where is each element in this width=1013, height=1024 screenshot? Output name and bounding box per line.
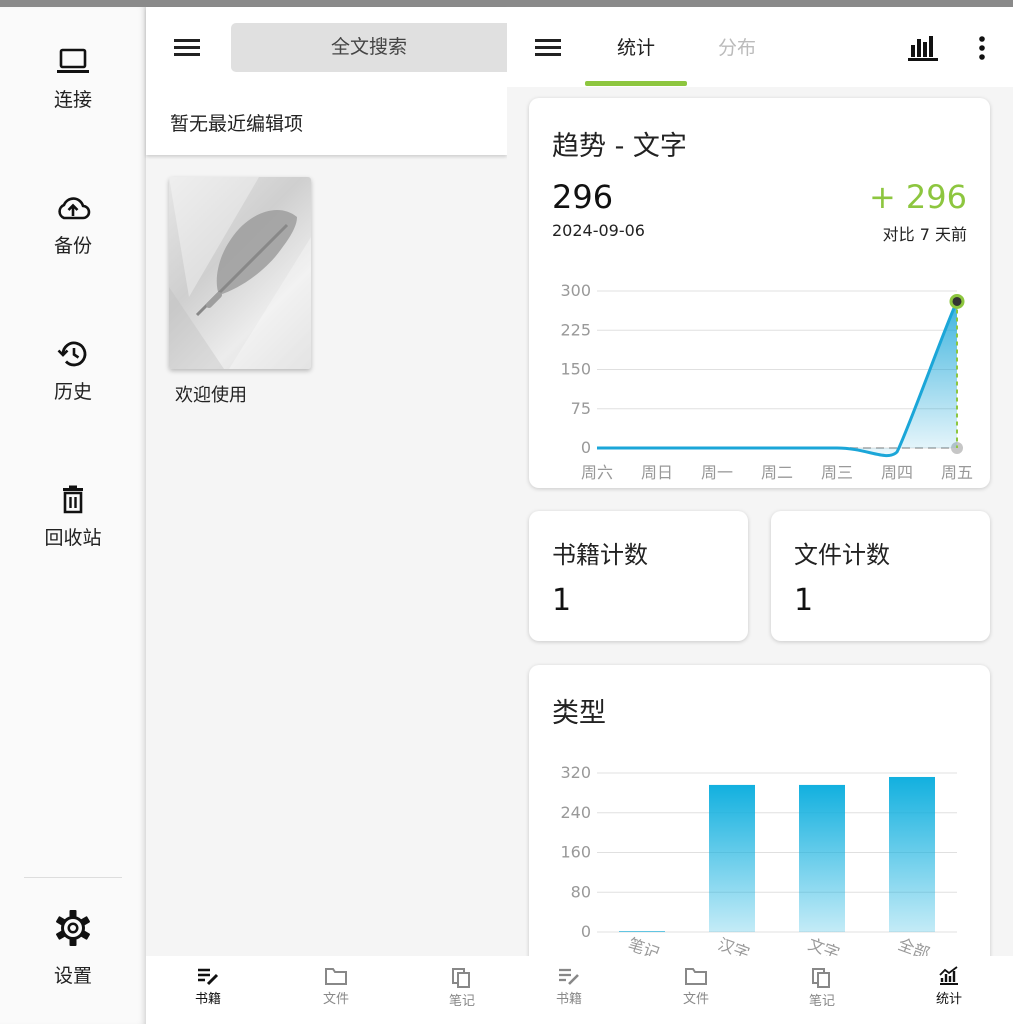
x-tick-label: 周二 — [761, 463, 793, 482]
x-tick-label: 周五 — [941, 463, 973, 482]
rail-label-history: 历史 — [53, 381, 92, 403]
bar — [799, 784, 845, 932]
book-count-card: 书籍计数 1 — [529, 511, 748, 641]
side-rail: 连接 备份 历史 回收站 设置 — [0, 7, 146, 1024]
nav-label: 笔记 — [448, 994, 475, 1009]
notes-icon — [452, 968, 470, 988]
nav-notes-2[interactable]: 笔记 — [761, 956, 883, 1024]
y-tick-label: 75 — [571, 399, 591, 418]
tab-stats[interactable]: 统计 — [617, 33, 655, 60]
trend-compare: 对比 7 天前 — [882, 225, 967, 244]
x-tick-label: 周一 — [701, 463, 733, 482]
rail-item-backup[interactable]: 备份 — [0, 193, 146, 258]
rail-item-trash[interactable]: 回收站 — [0, 485, 146, 550]
file-count-value: 1 — [794, 583, 814, 618]
nav-notes[interactable]: 笔记 — [401, 956, 523, 1024]
nav-label: 文件 — [682, 992, 709, 1007]
folder-icon — [325, 968, 347, 985]
more-vert-icon[interactable] — [977, 35, 987, 61]
trend-date: 2024-09-06 — [552, 221, 645, 240]
bar-chart-icon[interactable] — [908, 35, 938, 61]
book-cover[interactable] — [169, 177, 311, 369]
books-menu-button[interactable] — [165, 28, 205, 68]
rail-divider — [24, 877, 122, 878]
y-tick-label: 0 — [581, 438, 591, 457]
nav-label: 书籍 — [555, 992, 582, 1007]
x-tick-label: 周三 — [821, 463, 853, 482]
y-tick-label: 225 — [560, 320, 591, 339]
active-tab-indicator — [585, 81, 687, 86]
history-icon — [57, 341, 87, 367]
recent-edits-text: 暂无最近编辑项 — [170, 113, 304, 135]
rail-label-backup: 备份 — [53, 235, 92, 257]
type-card: 类型 0 80 160 240 320 笔记 汉字 文字 全部 — [529, 665, 990, 975]
books-header: 全文搜索 暂无最近编辑项 — [146, 7, 521, 155]
book-count-value: 1 — [552, 583, 572, 618]
bar — [619, 931, 665, 932]
trend-chart: 0 75 150 225 300 周六 周日 周一 周二 周三 周四 周五 — [560, 281, 973, 482]
tab-distribution[interactable]: 分布 — [718, 33, 756, 60]
book-count-title: 书籍计数 — [552, 541, 648, 569]
nav-files-2[interactable]: 文件 — [635, 956, 757, 1024]
chart-icon — [939, 966, 958, 985]
gear-icon — [56, 910, 90, 946]
y-tick-label: 80 — [571, 882, 591, 901]
x-tick-label: 周六 — [581, 463, 613, 482]
series-area — [597, 301, 957, 456]
bar — [709, 784, 755, 932]
rail-label-settings: 设置 — [53, 965, 92, 987]
cloud-upload-icon — [58, 197, 91, 220]
x-tick-label: 周日 — [641, 463, 673, 482]
y-tick-label: 320 — [560, 763, 591, 782]
nav-books[interactable]: 书籍 — [147, 956, 269, 1024]
y-tick-label: 160 — [560, 843, 591, 862]
trend-value: 296 — [552, 178, 614, 216]
bar — [889, 776, 935, 932]
feather-icon — [169, 177, 311, 369]
file-count-title: 文件计数 — [794, 541, 890, 569]
type-chart: 080160240320笔记 汉字 文字 全部 — [560, 763, 957, 960]
laptop-icon — [57, 48, 89, 73]
trash-icon — [63, 485, 83, 514]
notes-icon — [812, 968, 830, 988]
rail-item-connect[interactable]: 连接 — [0, 47, 146, 112]
trend-title: 趋势 - 文字 — [552, 131, 687, 162]
nav-label: 统计 — [935, 992, 962, 1007]
nav-label: 文件 — [322, 992, 349, 1007]
file-count-card: 文件计数 1 — [771, 511, 990, 641]
nav-label: 书籍 — [194, 992, 221, 1007]
stats-panel: 统计 分布 趋势 - 文字 296 + 296 2024-09-06 对比 7 … — [507, 7, 1013, 1024]
trend-card: 趋势 - 文字 296 + 296 2024-09-06 对比 7 天前 0 75… — [529, 98, 990, 488]
rail-label-connect: 连接 — [53, 89, 92, 111]
focus-point — [949, 293, 965, 309]
y-tick-label: 300 — [560, 281, 591, 300]
trend-delta: + 296 — [868, 178, 967, 216]
rail-label-trash: 回收站 — [44, 527, 102, 549]
y-tick-label: 150 — [560, 360, 591, 379]
nav-files[interactable]: 文件 — [275, 956, 397, 1024]
x-tick-label: 周四 — [881, 463, 913, 482]
nav-label: 笔记 — [808, 994, 835, 1009]
y-tick-label: 240 — [560, 803, 591, 822]
folder-icon — [685, 968, 707, 985]
type-title: 类型 — [552, 698, 606, 729]
edit-note-icon — [559, 968, 579, 985]
books-panel: 全文搜索 暂无最近编辑项 欢迎使用 — [146, 7, 521, 1024]
fulltext-search-input[interactable]: 全文搜索 — [231, 23, 521, 72]
series-line — [597, 300, 959, 458]
nav-books-2[interactable]: 书籍 — [508, 956, 630, 1024]
bottom-nav: 书籍 文件 笔记 书籍 文件 笔记 统计 — [146, 956, 1013, 1024]
stats-header: 统计 分布 — [507, 7, 1013, 87]
rail-item-settings[interactable]: 设置 — [0, 909, 146, 988]
window-top-strip — [0, 0, 1013, 7]
nav-stats[interactable]: 统计 — [888, 956, 1010, 1024]
edit-note-icon — [198, 968, 219, 986]
rail-item-history[interactable]: 历史 — [0, 339, 146, 404]
y-tick-label: 0 — [581, 922, 591, 941]
stats-menu-button[interactable] — [526, 28, 566, 68]
book-title[interactable]: 欢迎使用 — [175, 381, 247, 407]
